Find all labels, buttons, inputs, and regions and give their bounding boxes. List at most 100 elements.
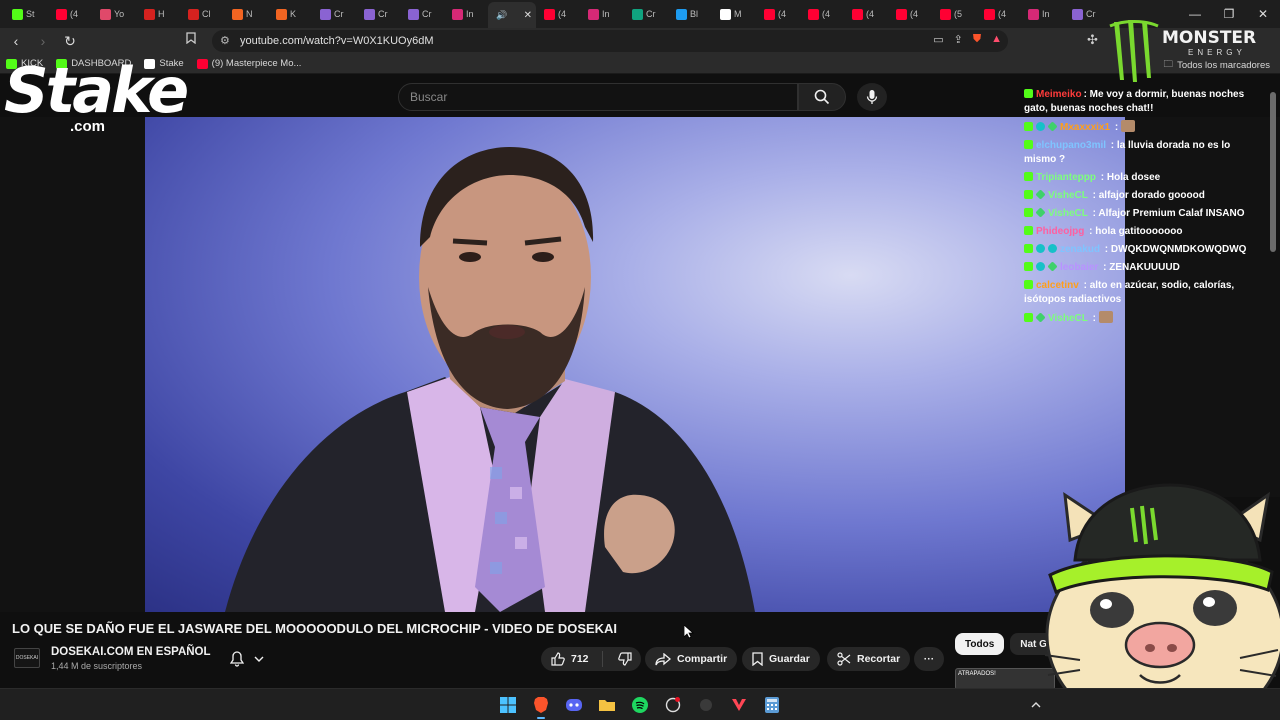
channel-subscribers: 1,44 M de suscriptores bbox=[51, 661, 143, 671]
brave-browser-icon[interactable] bbox=[531, 695, 551, 719]
browser-tab[interactable]: Cr bbox=[312, 3, 356, 25]
back-icon[interactable]: ‹ bbox=[5, 30, 27, 52]
channel-avatar[interactable]: DOSEKAI bbox=[14, 648, 40, 668]
search-input[interactable]: Buscar bbox=[398, 83, 798, 111]
chat-text: : Hola dosee bbox=[1098, 172, 1161, 183]
forward-icon[interactable]: › bbox=[32, 30, 54, 52]
windows-start-icon[interactable] bbox=[498, 695, 518, 715]
microphone-icon bbox=[866, 90, 878, 104]
spotify-icon[interactable] bbox=[630, 695, 650, 715]
browser-tab[interactable]: N bbox=[224, 3, 268, 25]
cast-icon[interactable]: ▭ bbox=[933, 33, 943, 46]
browser-tab[interactable]: (4 bbox=[756, 3, 800, 25]
tab-label: In bbox=[1042, 9, 1050, 19]
voice-search-button[interactable] bbox=[857, 83, 887, 111]
valorant-icon[interactable] bbox=[729, 695, 749, 715]
tab-label: K bbox=[290, 9, 297, 19]
chat-username[interactable]: elchupano3mil bbox=[1036, 140, 1106, 151]
browser-tab[interactable]: M bbox=[712, 3, 756, 25]
notification-bell-button[interactable] bbox=[226, 648, 274, 670]
dislike-button[interactable] bbox=[609, 652, 641, 666]
tab-favicon-icon bbox=[588, 8, 599, 20]
browser-tab-strip: St (4 Yo H Cl N K Cr Cr Cr In 🔊 ✕ (4 In Cr Bl M (4 (4 (4 (4 (5… bbox=[0, 0, 1280, 28]
chat-username[interactable]: Meimeiko bbox=[1036, 89, 1082, 100]
address-bar-actions: ▭ ⇪ ⛊ ▲ bbox=[933, 33, 1002, 46]
like-count: 712 bbox=[571, 653, 589, 665]
chat-username[interactable]: VisheCL bbox=[1048, 208, 1088, 219]
browser-tab[interactable]: (4 bbox=[888, 3, 932, 25]
chat-username[interactable]: calcetinv bbox=[1036, 280, 1079, 291]
browser-tab[interactable]: Yo bbox=[92, 3, 136, 25]
browser-tab[interactable]: Cr bbox=[356, 3, 400, 25]
file-explorer-icon[interactable] bbox=[597, 695, 617, 715]
share-icon[interactable]: ⇪ bbox=[954, 33, 963, 46]
browser-tab[interactable]: Cl bbox=[180, 3, 224, 25]
browser-tab[interactable]: H bbox=[136, 3, 180, 25]
browser-tab[interactable]: Cr bbox=[400, 3, 444, 25]
kick-badge-icon bbox=[1024, 140, 1033, 149]
browser-tab[interactable]: In bbox=[1020, 3, 1064, 25]
chat-username[interactable]: Tripianteppp bbox=[1036, 172, 1096, 183]
search-button[interactable] bbox=[798, 83, 846, 111]
kick-badge-icon bbox=[1024, 208, 1033, 217]
tab-favicon-icon bbox=[408, 8, 419, 20]
save-button[interactable]: Guardar bbox=[742, 647, 820, 671]
chat-message: calcetinv : alto en azúcar, sodio, calor… bbox=[1024, 279, 1254, 307]
player-left-margin bbox=[0, 117, 145, 612]
page-scrollbar[interactable] bbox=[1270, 92, 1276, 252]
chat-username[interactable]: Mxaxxxix1 bbox=[1060, 122, 1110, 133]
brave-rewards-icon[interactable]: ▲ bbox=[991, 33, 1002, 46]
chat-message: Mxaxxxix1 : bbox=[1024, 120, 1254, 135]
kick-badge-icon bbox=[1024, 122, 1033, 131]
tab-label: Yo bbox=[114, 9, 125, 19]
app-icon[interactable] bbox=[696, 695, 716, 715]
brave-shield-icon[interactable]: ⛊ bbox=[973, 33, 981, 46]
tab-favicon-icon bbox=[896, 8, 907, 20]
chat-username[interactable]: VisheCL bbox=[1048, 190, 1088, 201]
browser-tab[interactable]: (4 bbox=[800, 3, 844, 25]
browser-tab[interactable]: (4 bbox=[536, 3, 580, 25]
more-actions-button[interactable]: ··· bbox=[914, 647, 944, 671]
browser-tab-active[interactable]: 🔊 ✕ bbox=[488, 2, 536, 28]
bookmark-label: (9) Masterpiece Mo... bbox=[211, 58, 302, 69]
stake-logo: Stake .com bbox=[4, 56, 189, 140]
browser-tab[interactable]: Cr bbox=[1064, 3, 1108, 25]
channel-name[interactable]: DOSEKAI.COM EN ESPAÑOL bbox=[51, 646, 211, 658]
tab-label: (4 bbox=[998, 9, 1007, 19]
bookmark-page-icon[interactable] bbox=[186, 32, 196, 47]
tab-favicon-icon bbox=[452, 8, 463, 20]
browser-tab[interactable]: Bl bbox=[668, 3, 712, 25]
browser-tab[interactable]: (4 bbox=[844, 3, 888, 25]
bookmark-item[interactable]: (9) Masterpiece Mo... bbox=[196, 58, 302, 69]
video-player[interactable] bbox=[145, 117, 1125, 612]
extensions-icon[interactable]: ✣ bbox=[1087, 32, 1098, 48]
clip-button[interactable]: Recortar bbox=[827, 647, 911, 671]
close-tab-icon[interactable]: ✕ bbox=[524, 10, 532, 21]
browser-tab[interactable]: St bbox=[4, 3, 48, 25]
browser-tab[interactable]: (4 bbox=[48, 3, 92, 25]
chat-username[interactable]: Phideojpg bbox=[1036, 226, 1084, 237]
chat-username[interactable]: leobaier bbox=[1060, 262, 1098, 273]
browser-tab[interactable]: (4 bbox=[976, 3, 1020, 25]
browser-tab[interactable]: In bbox=[580, 3, 624, 25]
browser-tab[interactable]: K bbox=[268, 3, 312, 25]
chevron-up-icon[interactable] bbox=[1026, 695, 1046, 715]
chip-todos[interactable]: Todos bbox=[955, 633, 1005, 655]
calculator-icon[interactable] bbox=[762, 695, 782, 715]
chat-text: : bbox=[1112, 122, 1121, 133]
gem-badge-icon bbox=[1047, 121, 1058, 132]
address-bar[interactable]: ⚙ youtube.com/watch?v=W0X1KUOy6dM ▭ ⇪ ⛊ … bbox=[212, 30, 1008, 52]
browser-tab[interactable]: In bbox=[444, 3, 488, 25]
chat-username[interactable]: zenakud bbox=[1060, 244, 1100, 255]
reload-icon[interactable]: ↻ bbox=[59, 30, 81, 52]
site-info-icon[interactable]: ⚙ bbox=[220, 34, 230, 47]
share-button[interactable]: Compartir bbox=[645, 647, 738, 671]
tab-favicon-icon bbox=[632, 8, 643, 20]
discord-icon[interactable] bbox=[564, 695, 584, 715]
like-button[interactable]: 712 bbox=[541, 651, 603, 667]
browser-tab[interactable]: (5 bbox=[932, 3, 976, 25]
chat-username[interactable]: VisheCL bbox=[1048, 313, 1088, 324]
browser-tab[interactable]: Cr bbox=[624, 3, 668, 25]
chatgpt-icon[interactable] bbox=[663, 695, 683, 715]
chat-message: Meimeiko: Me voy a dormir, buenas noches… bbox=[1024, 88, 1254, 116]
